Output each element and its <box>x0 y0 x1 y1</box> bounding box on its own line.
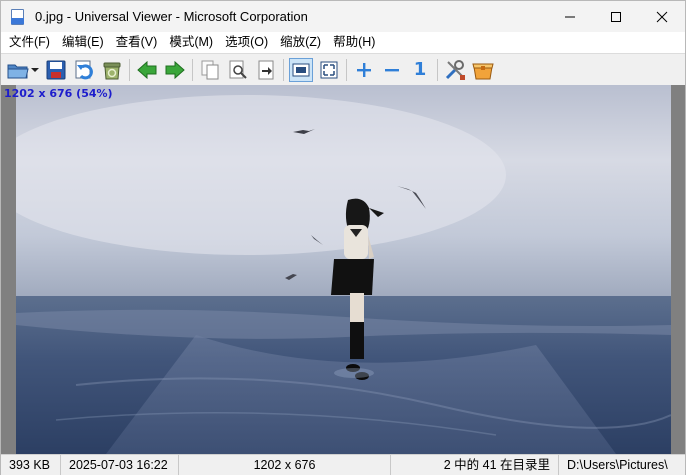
zoom-out-button[interactable] <box>380 58 404 82</box>
save-button[interactable] <box>44 58 68 82</box>
title-bar[interactable]: 0.jpg - Universal Viewer - Microsoft Cor… <box>1 1 685 32</box>
fullscreen-button[interactable] <box>317 58 341 82</box>
find-icon <box>229 60 247 79</box>
image-info-label: 1202 x 676 (54%) <box>4 87 113 100</box>
menu-view[interactable]: 查看(V) <box>110 32 164 53</box>
zoom-in-icon <box>357 62 371 77</box>
original-size-button[interactable]: 1 <box>408 58 432 82</box>
seaside-photo <box>16 85 671 454</box>
delete-button[interactable] <box>100 58 124 82</box>
dropdown-arrow-icon <box>31 67 39 72</box>
copy-button[interactable] <box>198 58 222 82</box>
zoom-out-icon <box>385 68 399 71</box>
copy-icon <box>201 60 219 79</box>
toolbar-separator <box>129 58 130 81</box>
original-size-icon: 1 <box>413 59 427 80</box>
menu-bar: 文件(F) 编辑(E) 查看(V) 模式(M) 选项(O) 缩放(Z) 帮助(H… <box>1 32 685 53</box>
fullscreen-icon <box>320 61 338 78</box>
next-arrow-icon <box>165 60 185 79</box>
minimize-button[interactable] <box>547 1 593 32</box>
menu-mode[interactable]: 模式(M) <box>163 32 219 53</box>
menu-options[interactable]: 选项(O) <box>219 32 274 53</box>
menu-edit[interactable]: 编辑(E) <box>56 32 110 53</box>
open-folder-icon <box>7 64 29 78</box>
app-window: 0.jpg - Universal Viewer - Microsoft Cor… <box>0 0 686 475</box>
reload-icon <box>75 60 93 79</box>
toolbar-separator <box>192 58 193 81</box>
window-title: 0.jpg - Universal Viewer - Microsoft Cor… <box>35 9 308 24</box>
fit-window-icon <box>292 63 310 76</box>
settings-button[interactable] <box>443 58 467 82</box>
find-button[interactable] <box>226 58 250 82</box>
toolbar-separator <box>346 58 347 81</box>
toolbar-separator <box>283 58 284 81</box>
next-button[interactable] <box>163 58 187 82</box>
open-button[interactable] <box>6 58 30 82</box>
toolbar: 1 <box>1 53 685 85</box>
close-button[interactable] <box>639 1 685 32</box>
save-icon <box>46 60 66 79</box>
image-viewer[interactable]: 1202 x 676 (54%) <box>1 85 685 454</box>
menu-help[interactable]: 帮助(H) <box>327 32 381 53</box>
zoom-in-button[interactable] <box>352 58 376 82</box>
previous-arrow-icon <box>137 60 157 79</box>
open-dropdown[interactable] <box>30 58 40 82</box>
status-path: D:\Users\Pictures\ <box>567 457 668 472</box>
window-controls <box>547 1 685 32</box>
close-icon <box>656 11 668 22</box>
recycle-bin-icon <box>103 62 121 79</box>
status-date: 2025-07-03 16:22 <box>61 454 179 475</box>
app-document-icon <box>10 8 26 25</box>
goto-icon <box>258 60 274 79</box>
previous-button[interactable] <box>135 58 159 82</box>
plugins-box-icon <box>472 63 494 79</box>
status-bar: 393 KB 2025-07-03 16:22 1202 x 676 2 中的 … <box>1 454 685 475</box>
toolbar-separator <box>437 58 438 81</box>
status-file-size: 393 KB <box>1 454 61 475</box>
status-dimensions: 1202 x 676 <box>179 454 391 475</box>
menu-zoom[interactable]: 缩放(Z) <box>274 32 327 53</box>
photo <box>16 85 671 454</box>
status-file-count: 2 中的 41 在目录里 <box>391 454 559 475</box>
maximize-icon <box>611 11 621 22</box>
goto-button[interactable] <box>254 58 278 82</box>
plugins-button[interactable] <box>471 58 495 82</box>
reload-button[interactable] <box>72 58 96 82</box>
minimize-icon <box>565 16 575 17</box>
menu-file[interactable]: 文件(F) <box>3 32 56 53</box>
maximize-button[interactable] <box>593 1 639 32</box>
fit-window-button[interactable] <box>289 57 313 82</box>
settings-tools-icon <box>445 59 465 80</box>
